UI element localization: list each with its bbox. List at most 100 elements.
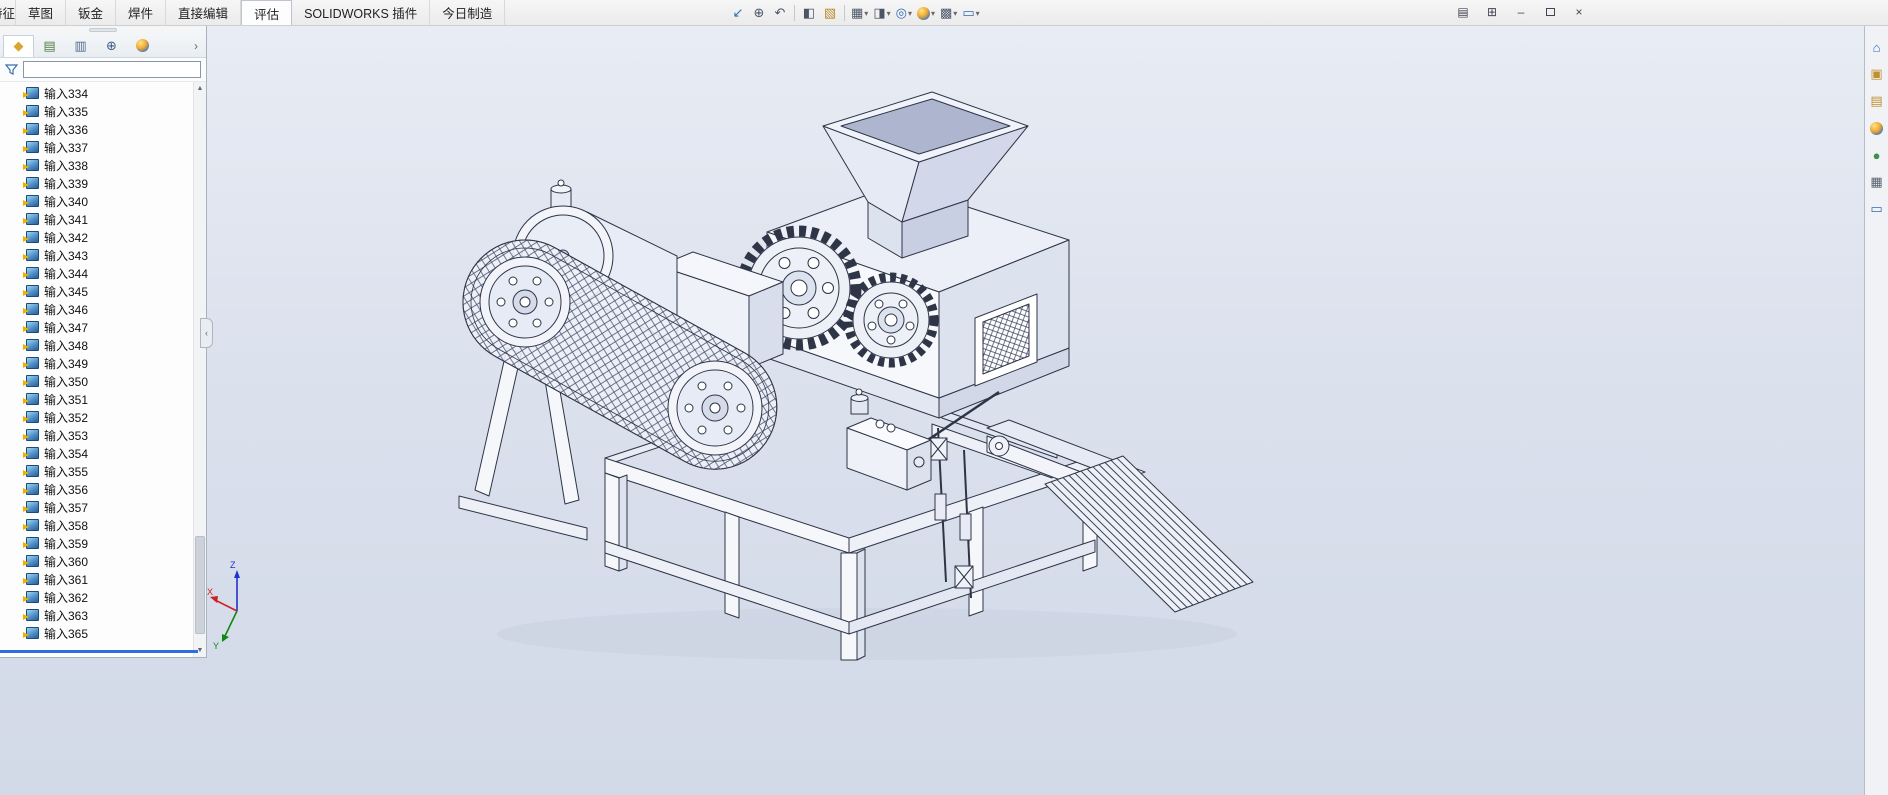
tree-item[interactable]: 输入341 (0, 210, 206, 228)
imported-feature-icon (23, 375, 39, 387)
previous-view-icon[interactable]: ↶ (770, 2, 790, 24)
display-style-icon[interactable]: ◨ ▾ (871, 2, 892, 24)
tree-item[interactable]: 输入357 (0, 498, 206, 516)
view-orientation-icon[interactable]: ▦ ▾ (849, 2, 870, 24)
dropdown-caret-icon[interactable]: ▾ (931, 9, 935, 18)
tree-item[interactable]: 输入363 (0, 606, 206, 624)
tree-item[interactable]: 输入344 (0, 264, 206, 282)
tree-item[interactable]: 输入348 (0, 336, 206, 354)
tabs-overflow-icon[interactable]: › (189, 39, 203, 53)
forum-icon[interactable]: ▭ (1868, 200, 1886, 218)
dropdown-caret-icon[interactable]: ▾ (864, 9, 868, 18)
custom-properties-icon[interactable]: ▦ (1868, 173, 1886, 191)
edit-appearance-icon[interactable]: ▾ (915, 2, 937, 24)
menu-tab-4[interactable]: 直接编辑 (166, 0, 242, 25)
configurationmanager-tab-icon[interactable]: ▥ (65, 35, 96, 57)
tree-item[interactable]: 输入343 (0, 246, 206, 264)
tree-item[interactable]: 输入354 (0, 444, 206, 462)
tree-item[interactable]: 输入361 (0, 570, 206, 588)
imported-feature-icon (23, 123, 39, 135)
panel-collapse-handle[interactable]: ‹ (200, 318, 213, 348)
file-explorer-icon[interactable]: ▤ (1868, 92, 1886, 110)
appearances-icon[interactable]: ● (1868, 146, 1886, 164)
menu-tab-6[interactable]: SOLIDWORKS 插件 (292, 0, 431, 25)
tree-item-label: 输入351 (44, 392, 89, 407)
graphics-viewport[interactable]: Z X Y (0, 26, 1864, 795)
tree-item-label: 输入363 (44, 608, 89, 623)
menu-bar: 特征草图钣金焊件直接编辑评估SOLIDWORKS 插件今日制造 ↙⊕↶ ◧▧ ▦▾◨… (0, 0, 1888, 26)
menu-tab-5[interactable]: 评估 (241, 0, 293, 25)
tree-item[interactable]: 输入342 (0, 228, 206, 246)
tree-item-label: 输入348 (44, 338, 89, 353)
scrollbar-thumb[interactable] (195, 536, 205, 634)
tree-filter-input[interactable] (23, 61, 201, 78)
tree-item[interactable]: 输入351 (0, 390, 206, 408)
dropdown-caret-icon[interactable]: ▾ (887, 9, 891, 18)
tree-item[interactable]: 输入338 (0, 156, 206, 174)
panel-grip[interactable] (0, 26, 206, 34)
tree-item[interactable]: 输入336 (0, 120, 206, 138)
window-controls: ▤ ⊞ – × (1452, 3, 1590, 21)
dropdown-caret-icon[interactable]: ▾ (976, 9, 980, 18)
tree-item[interactable]: 输入340 (0, 192, 206, 210)
design-library-icon[interactable]: ▣ (1868, 65, 1886, 83)
task-pane-toggle-icon[interactable]: ⊞ (1481, 3, 1503, 21)
dimxpertmanager-tab-icon[interactable]: ⊕ (96, 35, 127, 57)
zoom-fit-icon[interactable]: ↙ (728, 2, 748, 24)
tree-item-label: 输入354 (44, 446, 89, 461)
tree-item[interactable]: 输入337 (0, 138, 206, 156)
menu-tab-3[interactable]: 焊件 (116, 0, 167, 25)
hide-show-items-icon[interactable]: ◎ ▾ (894, 2, 914, 24)
tree-item[interactable]: 输入362 (0, 588, 206, 606)
imported-feature-icon (23, 231, 39, 243)
tree-item[interactable]: 输入355 (0, 462, 206, 480)
view-settings-icon[interactable]: ▭ ▾ (960, 2, 981, 24)
dropdown-caret-icon[interactable]: ▾ (908, 9, 912, 18)
tree-item[interactable]: 输入349 (0, 354, 206, 372)
dropdown-caret-icon[interactable]: ▾ (953, 9, 957, 18)
tree-item[interactable]: 输入339 (0, 174, 206, 192)
tree-item[interactable]: 输入356 (0, 480, 206, 498)
tree-item[interactable]: 输入353 (0, 426, 206, 444)
tree-scrollbar[interactable]: ▲ ▼ (193, 82, 206, 657)
zoom-area-icon[interactable]: ⊕ (749, 2, 769, 24)
tree-item[interactable]: 输入360 (0, 552, 206, 570)
appearance-ball-icon (916, 6, 930, 20)
tree-item-label: 输入349 (44, 356, 89, 371)
tree-item[interactable]: 输入352 (0, 408, 206, 426)
apply-scene-icon[interactable]: ▩ ▾ (938, 2, 959, 24)
displaymanager-tab-icon[interactable] (127, 35, 158, 57)
tree-item[interactable]: 输入347 (0, 318, 206, 336)
close-button[interactable]: × (1568, 3, 1590, 21)
imported-feature-icon (23, 213, 39, 225)
propertymanager-tab-icon[interactable]: ▤ (34, 35, 65, 57)
annotations-view-icon[interactable]: ▧ (820, 2, 840, 24)
imported-feature-icon (23, 429, 39, 441)
section-view-icon[interactable]: ◧ (799, 2, 819, 24)
view-palette-icon[interactable] (1868, 119, 1886, 137)
menu-tab-1[interactable]: 草图 (16, 0, 67, 25)
imported-feature-icon (23, 105, 39, 117)
tree-item-label: 输入340 (44, 194, 89, 209)
file-properties-icon[interactable]: ▤ (1452, 3, 1474, 21)
scroll-up-icon[interactable]: ▲ (194, 82, 206, 95)
minimize-button[interactable]: – (1510, 3, 1532, 21)
solidworks-resources-icon[interactable]: ⌂ (1868, 38, 1886, 56)
tree-item[interactable]: 输入334 (0, 84, 206, 102)
tree-item[interactable]: 输入345 (0, 282, 206, 300)
tree-item-label: 输入339 (44, 176, 89, 191)
tree-item[interactable]: 输入365 (0, 624, 206, 642)
tree-item-label: 输入338 (44, 158, 89, 173)
menu-tab-0[interactable]: 特征 (0, 0, 16, 25)
tree-item-label: 输入343 (44, 248, 89, 263)
tree-item[interactable]: 输入350 (0, 372, 206, 390)
imported-feature-icon (23, 411, 39, 423)
menu-tab-7[interactable]: 今日制造 (430, 0, 506, 25)
restore-button[interactable] (1539, 3, 1561, 21)
menu-tab-2[interactable]: 钣金 (66, 0, 117, 25)
tree-item[interactable]: 输入335 (0, 102, 206, 120)
tree-item[interactable]: 输入358 (0, 516, 206, 534)
featuremanager-tab-icon[interactable]: ◆ (3, 34, 34, 57)
tree-item[interactable]: 输入359 (0, 534, 206, 552)
tree-item[interactable]: 输入346 (0, 300, 206, 318)
